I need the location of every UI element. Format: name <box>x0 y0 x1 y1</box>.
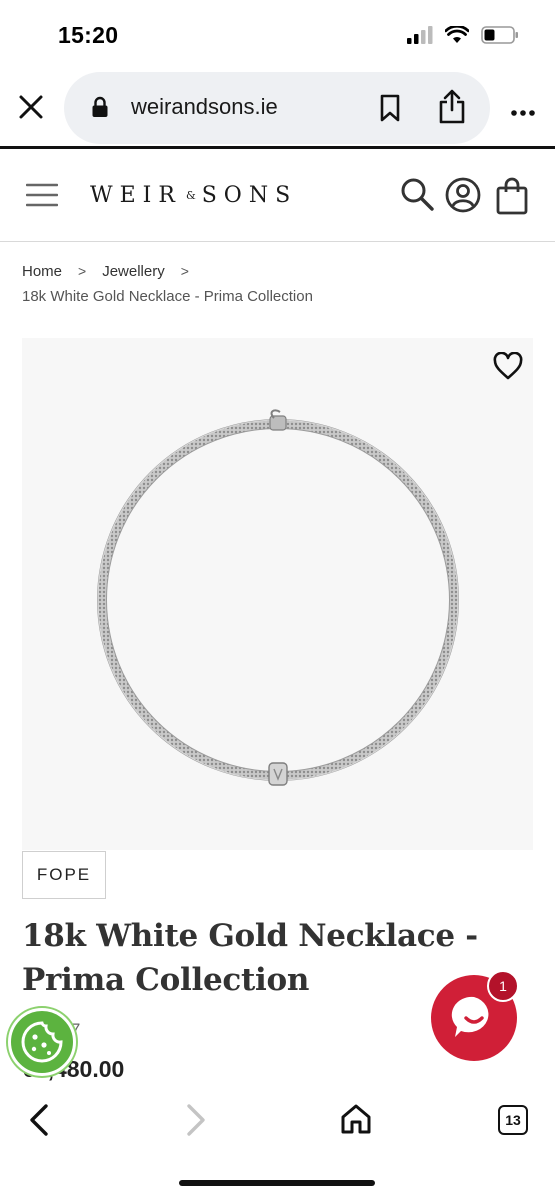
status-icons <box>407 26 519 44</box>
chevron-right-icon: > <box>78 263 87 279</box>
cookie-settings-button[interactable] <box>8 1008 76 1076</box>
necklace-image <box>97 409 459 786</box>
chevron-left-icon <box>30 1104 48 1136</box>
shopping-bag-icon <box>496 177 528 215</box>
wifi-icon <box>445 26 469 43</box>
chat-notification-badge: 1 <box>487 970 519 1002</box>
close-icon <box>19 95 43 119</box>
breadcrumb-home-link[interactable]: Home <box>22 263 62 280</box>
brand-tag[interactable]: FOPE <box>22 851 106 899</box>
product-image[interactable] <box>22 338 533 850</box>
battery-icon <box>481 26 518 44</box>
home-indicator <box>179 1180 375 1186</box>
wishlist-button[interactable] <box>493 351 523 385</box>
menu-button[interactable] <box>25 183 59 212</box>
cookie-icon <box>21 1021 63 1063</box>
status-time: 15:20 <box>58 22 119 48</box>
home-icon <box>341 1104 371 1134</box>
chevron-right-icon: > <box>180 263 189 279</box>
logo-ampersand: & <box>185 189 198 202</box>
heart-icon <box>493 351 523 380</box>
shopping-bag-button[interactable] <box>496 177 528 220</box>
lock-icon <box>92 96 108 117</box>
more-icon <box>511 110 535 116</box>
back-button[interactable] <box>28 1103 50 1142</box>
logo-word-left: WEIR <box>90 183 182 208</box>
tabs-button[interactable]: 13 <box>498 1105 528 1135</box>
search-button[interactable] <box>400 177 434 216</box>
status-bar: 15:20 <box>0 0 555 72</box>
search-icon <box>401 178 434 211</box>
hamburger-menu-icon <box>25 183 59 207</box>
site-logo[interactable]: WEIR & SONS <box>90 183 297 208</box>
breadcrumb-jewellery-link[interactable]: Jewellery <box>102 263 165 280</box>
breadcrumb: Home > Jewellery > 18k White Gold Neckla… <box>22 260 313 306</box>
account-icon <box>445 177 481 213</box>
logo-word-right: SONS <box>201 183 298 208</box>
bookmark-button[interactable] <box>378 94 402 127</box>
share-icon <box>439 89 465 124</box>
site-header: WEIR & SONS <box>0 149 555 242</box>
forward-button[interactable] <box>185 1103 207 1142</box>
browser-bar: weirandsons.ie <box>0 72 555 146</box>
account-button[interactable] <box>445 177 481 218</box>
cellular-signal-icon <box>407 26 433 44</box>
close-tab-button[interactable] <box>16 92 46 122</box>
share-button[interactable] <box>438 88 466 129</box>
chevron-right-icon <box>187 1104 205 1136</box>
breadcrumb-current: 18k White Gold Necklace - Prima Collecti… <box>22 288 313 305</box>
home-button[interactable] <box>340 1103 372 1140</box>
more-options-button[interactable] <box>510 104 536 122</box>
url-text[interactable]: weirandsons.ie <box>131 94 278 120</box>
bookmark-icon <box>380 94 400 122</box>
